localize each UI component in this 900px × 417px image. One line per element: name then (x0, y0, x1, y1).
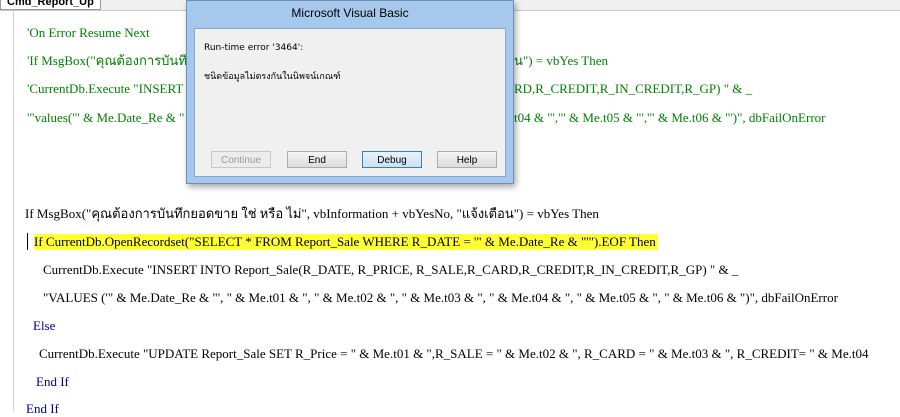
code-line-highlighted-statement: If CurrentDb.OpenRecordset("SELECT * FRO… (34, 234, 658, 250)
error-message: ชนิดข้อมูลไม่ตรงกันในนิพจน์เกณฑ์ (204, 72, 341, 82)
continue-button[interactable]: Continue (211, 151, 271, 168)
code-line-end-if-inner: End If (36, 374, 69, 389)
code-line-4: '"values('" & Me.Date_Re & " (27, 110, 185, 125)
code-line-4-fragment: t04 & "','" & Me.t05 & "','" & Me.t06 & … (514, 110, 826, 125)
error-title: Run-time error '3464': (204, 43, 304, 53)
end-button[interactable]: End (287, 151, 347, 168)
code-line-end-if-outer: End If (26, 401, 59, 416)
runtime-error-dialog: Microsoft Visual Basic Run-time error '3… (186, 0, 514, 184)
margin-indicator-bar (13, 10, 14, 411)
procedure-dropdown[interactable]: Cmd_Report_Up (0, 0, 101, 10)
code-line-2-fragment: น") = vbYes Then (514, 53, 608, 68)
code-line-3: 'CurrentDb.Execute "INSERT (27, 81, 184, 96)
code-line-else: Else (33, 318, 56, 333)
help-button[interactable]: Help (437, 151, 497, 168)
code-line-3-fragment: RD,R_CREDIT,R_IN_CREDIT,R_GP) " & _ (514, 81, 753, 96)
code-line-insert: CurrentDb.Execute "INSERT INTO Report_Sa… (43, 262, 739, 277)
code-line-update: CurrentDb.Execute "UPDATE Report_Sale SE… (39, 346, 869, 361)
dialog-title: Microsoft Visual Basic (291, 6, 409, 20)
code-line-2: 'If MsgBox("คุณต้องการบันทึ (27, 53, 187, 68)
code-line-if-msgbox: If MsgBox("คุณต้องการบันทึกยอดขาย ใช่ หร… (25, 206, 599, 221)
code-line-1: 'On Error Resume Next (27, 25, 150, 40)
code-line-values: "VALUES ('" & Me.Date_Re & "', " & Me.t0… (43, 290, 838, 305)
debug-button[interactable]: Debug (362, 151, 422, 168)
text-caret (27, 233, 28, 250)
dialog-body: Run-time error '3464': ชนิดข้อมูลไม่ตรงก… (194, 28, 506, 177)
